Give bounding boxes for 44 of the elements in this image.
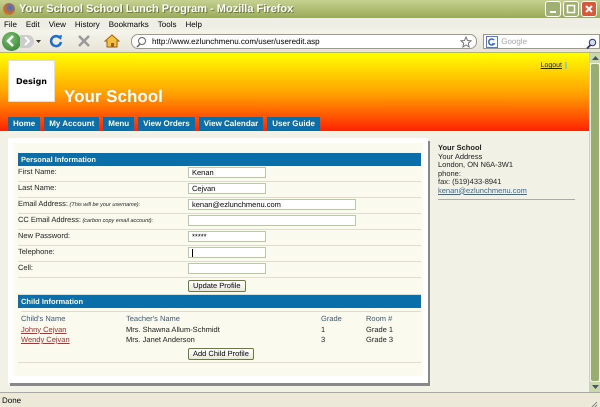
close-icon — [584, 4, 594, 14]
magnifier-icon — [136, 35, 148, 47]
input-field[interactable] — [188, 263, 266, 274]
minimize-button[interactable] — [545, 1, 561, 17]
school-name: Your School — [64, 87, 164, 107]
menu-item[interactable]: Bookmarks — [108, 20, 149, 28]
scrollbar[interactable] — [589, 53, 600, 392]
menu-item[interactable]: History — [74, 20, 100, 28]
scroll-thumb[interactable] — [591, 64, 599, 381]
star-icon[interactable] — [460, 35, 472, 47]
home-icon[interactable] — [103, 32, 121, 50]
url-text: http://www.ezlunchmenu.com/user/useredit.asp — [152, 36, 321, 46]
menu-item[interactable]: Edit — [26, 20, 40, 28]
menu-item[interactable]: Tools — [158, 20, 176, 28]
close-button[interactable] — [581, 1, 597, 17]
input-field[interactable] — [188, 247, 266, 258]
caret-down-icon — [592, 385, 598, 389]
nav-tab[interactable]: User Guide — [267, 117, 320, 131]
dropdown-caret-icon[interactable] — [36, 38, 42, 44]
window-title: Your School School Lunch Program - Mozilla Firefox — [19, 3, 294, 15]
nav-tab[interactable]: My Account — [44, 117, 100, 131]
logo-text: Design — [16, 76, 47, 86]
input-field[interactable] — [188, 215, 356, 226]
globe-icon — [3, 3, 15, 15]
status-text: Done — [2, 396, 22, 404]
address-field[interactable]: http://www.ezlunchmenu.com/user/useredit.asp — [130, 34, 478, 48]
scroll-down-button[interactable] — [590, 382, 600, 392]
nav-tab[interactable]: View Orders — [138, 117, 195, 131]
menu-item[interactable]: File — [4, 20, 17, 28]
menu-item[interactable]: Help — [185, 20, 202, 28]
back-button[interactable] — [2, 32, 21, 50]
minimize-icon — [550, 11, 556, 13]
caret-up-icon — [592, 56, 598, 60]
maximize-icon — [566, 4, 576, 14]
arrow-right-icon — [22, 36, 31, 46]
menu-item[interactable]: View — [48, 20, 66, 28]
search-placeholder: Google — [501, 36, 528, 46]
maximize-button[interactable] — [563, 1, 579, 17]
scroll-up-button[interactable] — [590, 53, 600, 63]
nav-tab[interactable]: View Calendar — [198, 117, 264, 131]
nav-tab[interactable]: Home — [8, 117, 40, 131]
nav-tab[interactable]: Menu — [103, 117, 134, 131]
forward-button[interactable] — [20, 34, 34, 48]
search-engine-icon[interactable] — [486, 35, 498, 47]
